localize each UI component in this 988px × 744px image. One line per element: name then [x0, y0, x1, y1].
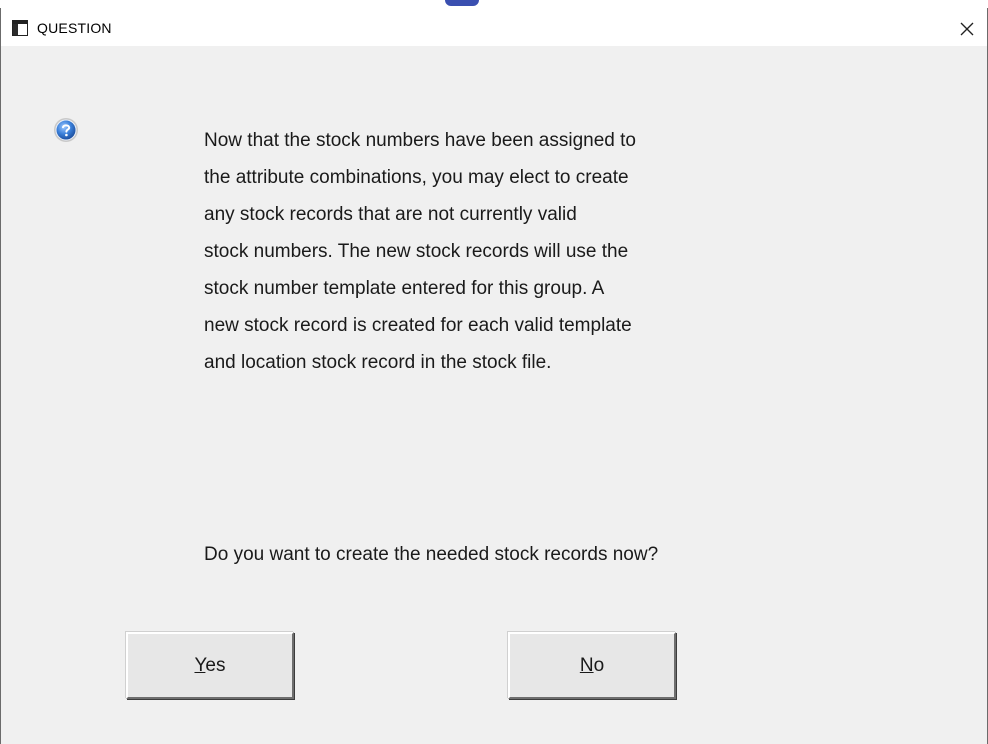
background-logo-fragment [445, 0, 479, 6]
message-line: stock numbers. The new stock records wil… [204, 241, 629, 262]
dialog-title: QUESTION [37, 20, 112, 36]
question-help-icon [54, 118, 78, 142]
close-button[interactable] [947, 14, 987, 44]
no-button[interactable]: No [508, 632, 676, 699]
message-line: Now that the stock numbers have been ass… [204, 130, 636, 151]
message-line: and location stock record in the stock f… [204, 352, 552, 373]
question-dialog: QUESTION Now that the stock numbers have… [0, 8, 988, 744]
message-line: new stock record is created for each val… [204, 315, 632, 336]
background-strip [0, 0, 988, 8]
yes-mnemonic: Y [194, 654, 206, 676]
yes-button-label: Yes [194, 655, 225, 677]
message-line: the attribute combinations, you may elec… [204, 167, 629, 188]
no-button-label: No [580, 655, 604, 677]
message-line: stock number template entered for this g… [204, 278, 605, 299]
yes-button[interactable]: Yes [126, 632, 294, 699]
message-line: any stock records that are not currently… [204, 204, 577, 225]
no-label-rest: o [593, 654, 605, 676]
dialog-question: Do you want to create the needed stock r… [204, 544, 659, 565]
close-icon [960, 22, 974, 36]
title-bar[interactable]: QUESTION [1, 8, 987, 46]
no-mnemonic: N [579, 654, 594, 676]
yes-label-rest: es [205, 654, 226, 676]
dialog-message: Now that the stock numbers have been ass… [204, 122, 884, 381]
window-icon [12, 20, 28, 36]
